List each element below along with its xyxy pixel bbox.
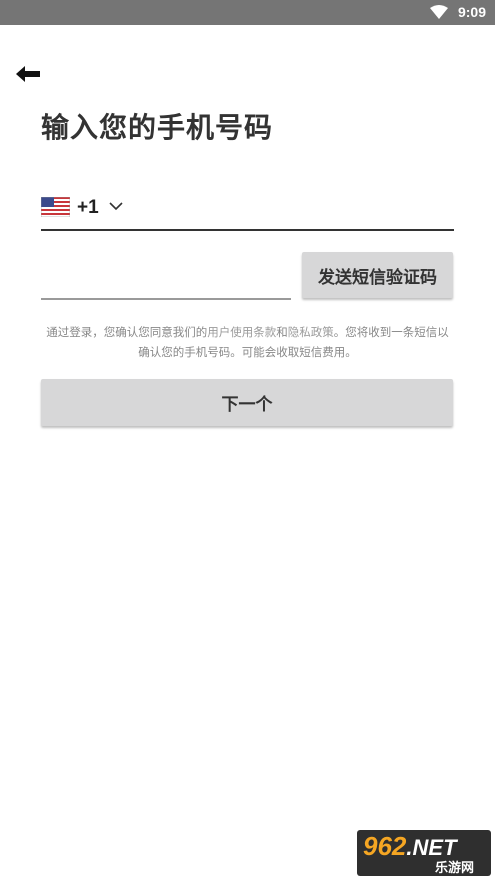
phone-number-input[interactable] [133, 193, 453, 229]
terms-link[interactable]: 用户使用条款 [207, 325, 276, 339]
consent-text: 通过登录，您确认您同意我们的用户使用条款和隐私政策。您将收到一条短信以确认您的手… [41, 322, 454, 362]
arrow-left-icon [16, 66, 40, 82]
send-code-button[interactable]: 发送短信验证码 [302, 252, 453, 298]
us-flag-icon[interactable] [41, 197, 70, 217]
watermark-number: 962 [363, 831, 407, 861]
watermark-sub: 乐游网 [435, 861, 475, 876]
country-code[interactable]: +1 [77, 197, 99, 219]
next-button[interactable]: 下一个 [41, 379, 453, 426]
status-time: 9:09 [457, 4, 486, 20]
phone-row: +1 [41, 193, 454, 231]
page-title: 输入您的手机号码 [41, 111, 274, 144]
verification-code-input[interactable] [41, 252, 291, 300]
privacy-link[interactable]: 隐私政策 [288, 325, 334, 339]
consent-and: 和 [276, 325, 288, 339]
wifi-icon [430, 5, 448, 19]
watermark-logo: 962.NET 乐游网 [357, 830, 491, 876]
consent-prefix: 通过登录，您确认您同意我们的 [46, 325, 208, 339]
status-bar: 9:09 [0, 0, 495, 25]
back-button[interactable] [14, 62, 42, 86]
chevron-down-icon[interactable] [109, 201, 123, 211]
